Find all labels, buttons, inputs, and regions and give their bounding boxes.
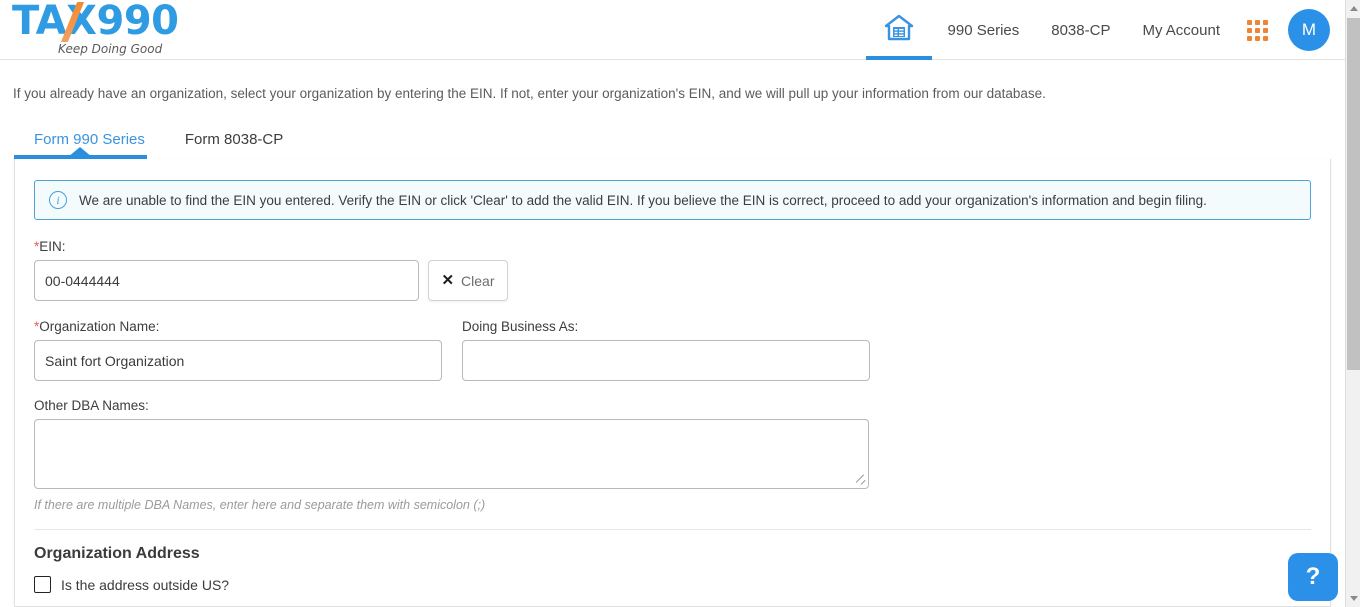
scrollbar-down-arrow[interactable] [1346, 590, 1360, 607]
logo-text-ta: TA [12, 0, 67, 44]
ein-row: *EIN: ✕ Clear [34, 239, 1311, 301]
close-x-icon: ✕ [441, 272, 455, 289]
alert-message: We are unable to find the EIN you entere… [79, 192, 1207, 208]
nav-link-8038-cp[interactable]: 8038-CP [1035, 0, 1126, 60]
apps-grid-button[interactable] [1236, 0, 1278, 60]
intro-text: If you already have an organization, sel… [13, 86, 1046, 101]
other-dba-names-field-group: Other DBA Names: If there are multiple D… [34, 398, 1311, 512]
ein-field-group: *EIN: ✕ Clear [34, 239, 508, 301]
main-navigation: 990 Series 8038-CP My Account M [865, 0, 1330, 60]
organization-name-input[interactable] [34, 340, 442, 381]
nav-home-button[interactable] [865, 0, 932, 60]
doing-business-as-field-group: Doing Business As: [462, 319, 870, 381]
page-root: TAX990 Keep Doing Good 990 Series 8038-C… [0, 0, 1360, 607]
ein-input-group: ✕ Clear [34, 260, 508, 301]
home-icon [884, 14, 914, 47]
brand-logo[interactable]: TAX990 Keep Doing Good [8, 0, 268, 60]
scrollbar-up-arrow[interactable] [1346, 0, 1360, 17]
ein-label: *EIN: [34, 239, 508, 254]
nav-home-active-indicator [865, 56, 932, 60]
ein-label-text: EIN: [39, 239, 66, 254]
section-divider [34, 529, 1311, 530]
other-dba-names-hint: If there are multiple DBA Names, enter h… [34, 498, 486, 512]
clear-button[interactable]: ✕ Clear [428, 260, 508, 301]
doing-business-as-input[interactable] [462, 340, 870, 381]
avatar[interactable]: M [1288, 9, 1330, 51]
organization-form: *EIN: ✕ Clear *Organization Name: [15, 239, 1330, 593]
organization-names-row: *Organization Name: Doing Business As: [34, 319, 1311, 381]
app-header: TAX990 Keep Doing Good 990 Series 8038-C… [0, 0, 1345, 60]
organization-form-card: i We are unable to find the EIN you ente… [14, 159, 1331, 607]
organization-name-label-text: Organization Name: [39, 319, 160, 334]
clear-button-label: Clear [461, 272, 495, 289]
address-outside-us-label[interactable]: Is the address outside US? [61, 577, 229, 593]
tab-form-8038-cp[interactable]: Form 8038-CP [165, 131, 303, 158]
organization-name-field-group: *Organization Name: [34, 319, 442, 381]
scrollbar-thumb[interactable] [1347, 18, 1360, 370]
nav-link-990-series[interactable]: 990 Series [932, 0, 1036, 60]
other-dba-textarea-wrap [34, 419, 869, 489]
page-scrollbar[interactable] [1345, 0, 1360, 607]
apps-grid-icon [1246, 19, 1268, 41]
help-button[interactable]: ? [1288, 553, 1338, 601]
form-type-tabs: Form 990 Series Form 8038-CP [14, 122, 303, 158]
chevron-up-icon [1349, 6, 1358, 11]
info-circle-icon: i [49, 191, 67, 209]
other-dba-names-textarea[interactable] [34, 419, 869, 489]
chevron-down-icon [1349, 596, 1358, 601]
address-outside-us-checkbox[interactable] [34, 576, 51, 593]
logo-tagline: Keep Doing Good [58, 42, 163, 56]
address-outside-us-row: Is the address outside US? [34, 576, 1311, 593]
ein-input[interactable] [34, 260, 419, 301]
ein-not-found-alert: i We are unable to find the EIN you ente… [34, 180, 1311, 220]
logo-wordmark: TAX990 [12, 0, 179, 44]
other-dba-names-label: Other DBA Names: [34, 398, 149, 413]
organization-name-label: *Organization Name: [34, 319, 442, 334]
tab-active-pointer [68, 147, 92, 157]
organization-address-heading: Organization Address [34, 545, 200, 562]
nav-link-my-account[interactable]: My Account [1126, 0, 1236, 60]
logo-text-990: 990 [96, 0, 179, 44]
doing-business-as-label: Doing Business As: [462, 319, 579, 334]
